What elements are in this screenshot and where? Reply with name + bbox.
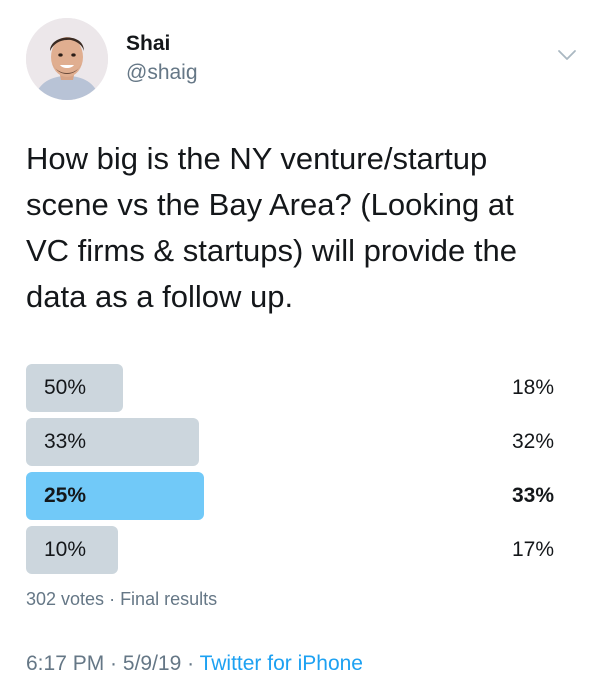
tweet-date[interactable]: 5/9/19	[123, 652, 181, 675]
poll-option-label: 10%	[44, 538, 87, 561]
poll-option: 10% 17%	[26, 526, 556, 574]
poll-option-label: 25%	[44, 484, 87, 507]
poll-option-percent: 32%	[511, 430, 554, 453]
timestamp-separator: ·	[104, 652, 123, 675]
tweet-text: How big is the NY venture/startup scene …	[26, 141, 517, 314]
author-names: Shai @shaig	[126, 32, 198, 86]
poll-meta-separator: ·	[104, 589, 121, 609]
display-name[interactable]: Shai	[126, 32, 198, 56]
poll-option-label: 50%	[44, 376, 87, 399]
user-handle[interactable]: @shaig	[126, 60, 198, 86]
poll-option-winner: 25% 33%	[26, 472, 556, 520]
poll-option-percent: 18%	[511, 376, 554, 399]
tweet-time[interactable]: 6:17 PM	[26, 652, 104, 675]
poll-option: 50% 18%	[26, 364, 556, 412]
poll-meta: 302 votes · Final results	[26, 589, 217, 610]
poll-vote-count: 302 votes	[26, 589, 105, 609]
poll: 50% 18% 33% 32% 25% 33% 10% 17%	[26, 364, 556, 580]
timestamp-separator: ·	[181, 652, 200, 675]
avatar-photo	[26, 18, 108, 100]
poll-option-percent: 33%	[511, 484, 554, 507]
tweet-header: Shai @shaig	[26, 16, 586, 106]
poll-option-label: 33%	[44, 430, 87, 453]
tweet-source-link[interactable]: Twitter for iPhone	[200, 652, 363, 675]
poll-option-percent: 17%	[511, 538, 554, 561]
poll-option: 33% 32%	[26, 418, 556, 466]
chevron-down-icon[interactable]	[556, 44, 578, 66]
poll-status: Final results	[120, 589, 218, 609]
avatar[interactable]	[26, 18, 108, 100]
tweet-timestamp: 6:17 PM · 5/9/19 · Twitter for iPhone	[26, 652, 363, 676]
